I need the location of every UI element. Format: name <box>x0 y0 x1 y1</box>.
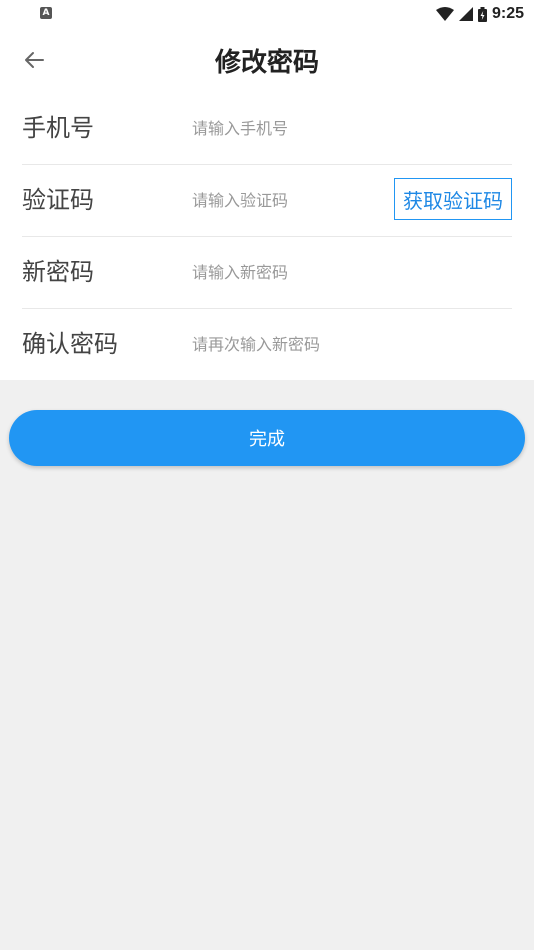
confirm-password-label: 确认密码 <box>22 330 118 358</box>
phone-input[interactable] <box>192 112 392 144</box>
cellular-signal-icon <box>458 7 473 21</box>
status-bar: A 9:25 <box>0 0 534 28</box>
battery-icon <box>477 6 487 22</box>
wifi-icon <box>435 7 454 21</box>
new-password-input[interactable] <box>192 256 392 288</box>
verification-code-input[interactable] <box>192 184 392 216</box>
phone-label: 手机号 <box>22 114 94 142</box>
new-password-row: 新密码 <box>22 236 512 309</box>
new-password-label: 新密码 <box>22 258 94 286</box>
app-notification-icon: A <box>40 7 52 19</box>
phone-row: 手机号 <box>22 92 512 165</box>
change-password-form: 手机号 验证码 获取验证码 新密码 确认密码 <box>0 92 534 380</box>
status-time: 9:25 <box>491 5 524 22</box>
confirm-password-input[interactable] <box>192 328 392 360</box>
status-icons: 9:25 <box>435 4 524 24</box>
verification-code-label: 验证码 <box>22 186 94 214</box>
page-title: 修改密码 <box>214 48 319 78</box>
submit-button[interactable]: 完成 <box>9 410 525 466</box>
verification-code-row: 验证码 获取验证码 <box>22 164 512 237</box>
get-verification-code-button[interactable]: 获取验证码 <box>394 178 512 220</box>
confirm-password-row: 确认密码 <box>22 308 512 380</box>
app-header: 修改密码 <box>0 28 534 92</box>
